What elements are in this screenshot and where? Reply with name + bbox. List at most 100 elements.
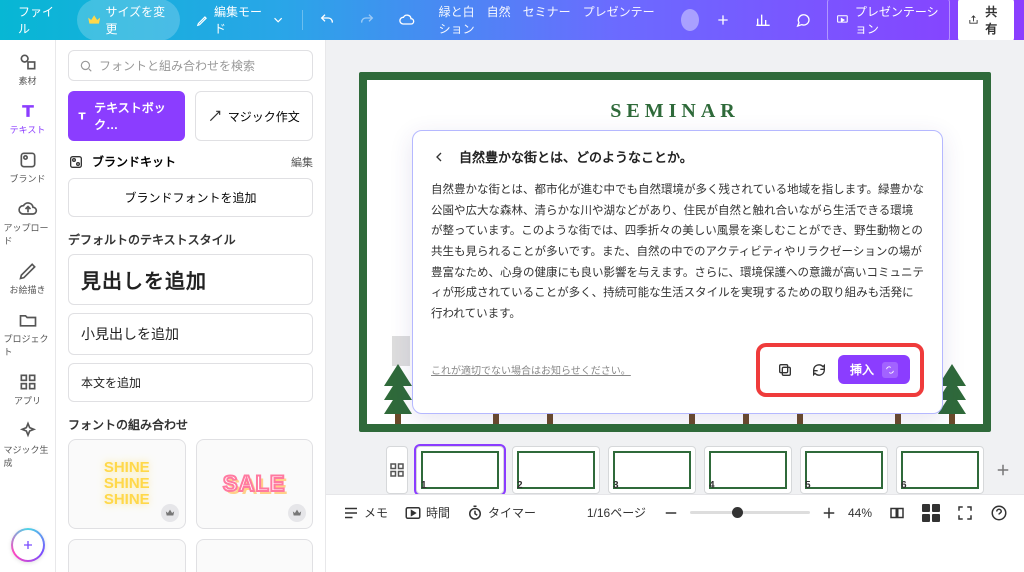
slide-title: SEMINAR bbox=[367, 100, 983, 123]
side-rail: 素材 テキスト ブランド アップロード お絵描き プロジェクト アプリ マジック… bbox=[0, 40, 56, 572]
font-combos-heading: フォントの組み合わせ bbox=[68, 416, 313, 433]
comment-icon bbox=[795, 12, 811, 28]
copy-button[interactable] bbox=[770, 355, 800, 385]
timer-button[interactable]: タイマー bbox=[466, 504, 536, 522]
insert-button[interactable]: 挿入 bbox=[838, 355, 910, 384]
rail-elements[interactable]: 素材 bbox=[4, 48, 52, 91]
slide-thumb-4[interactable]: 4 bbox=[704, 446, 792, 494]
pro-badge bbox=[161, 504, 179, 522]
back-arrow-icon[interactable] bbox=[431, 149, 447, 165]
share-icon bbox=[968, 13, 979, 27]
font-combo-1[interactable]: SHINESHINESHINE bbox=[68, 439, 186, 529]
add-collaborator-button[interactable] bbox=[707, 8, 739, 32]
bottom-bar: メモ 時間 タイマー 1/16ページ 44% bbox=[326, 494, 1024, 530]
fullscreen-icon[interactable] bbox=[956, 504, 974, 522]
font-combo-2[interactable]: SALE bbox=[196, 439, 314, 529]
brand-icon bbox=[18, 150, 38, 170]
slide-thumb-3[interactable]: 3 bbox=[608, 446, 696, 494]
view-grid-icon[interactable] bbox=[922, 504, 940, 522]
resize-button[interactable]: サイズを変更 bbox=[77, 0, 179, 41]
chevron-down-icon bbox=[271, 12, 285, 28]
undo-button[interactable] bbox=[311, 8, 343, 32]
text-icon bbox=[18, 101, 38, 121]
minus-icon[interactable] bbox=[662, 504, 680, 522]
plus-icon[interactable] bbox=[820, 504, 838, 522]
brand-edit-link[interactable]: 編集 bbox=[291, 154, 313, 170]
crown-icon bbox=[87, 12, 101, 28]
sparkle-icon bbox=[18, 421, 38, 441]
ai-popup-title: 自然豊かな街とは、どのようなことか。 bbox=[459, 147, 693, 166]
rail-uploads[interactable]: アップロード bbox=[4, 195, 52, 251]
slide-thumb-1[interactable]: 1 bbox=[416, 446, 504, 494]
edit-mode-menu[interactable]: 編集モード bbox=[188, 0, 294, 41]
plus-sparkle-icon bbox=[20, 537, 36, 553]
wand-icon bbox=[208, 109, 222, 123]
grid-icon bbox=[388, 461, 406, 479]
file-menu[interactable]: ファイル bbox=[10, 0, 69, 41]
zoom-value[interactable]: 44% bbox=[848, 506, 872, 520]
search-icon bbox=[79, 59, 93, 73]
rail-draw[interactable]: お絵描き bbox=[4, 257, 52, 300]
duration-button[interactable]: 時間 bbox=[404, 504, 450, 522]
analytics-button[interactable] bbox=[747, 8, 779, 32]
assistant-button[interactable] bbox=[11, 528, 45, 562]
comment-button[interactable] bbox=[787, 8, 819, 32]
page-indicator[interactable]: 1/16ページ bbox=[587, 504, 646, 521]
rail-magic[interactable]: マジック生成 bbox=[4, 417, 52, 473]
add-subheading-button[interactable]: 小見出しを追加 bbox=[68, 313, 313, 355]
add-slide-button[interactable] bbox=[992, 446, 1014, 494]
rail-text[interactable]: テキスト bbox=[4, 97, 52, 140]
default-styles-heading: デフォルトのテキストスタイル bbox=[68, 231, 313, 248]
present-button[interactable]: プレゼンテーション bbox=[827, 0, 950, 42]
slide-thumb-2[interactable]: 2 bbox=[512, 446, 600, 494]
cloud-sync-button[interactable] bbox=[391, 8, 423, 32]
redo-button[interactable] bbox=[351, 8, 383, 32]
magic-write-popup: 自然豊かな街とは、どのようなことか。 自然豊かな街とは、都市化が進む中でも自然環… bbox=[412, 130, 943, 414]
slide-thumbnails: 1 2 3 4 5 6 bbox=[326, 439, 1024, 494]
add-body-button[interactable]: 本文を追加 bbox=[68, 363, 313, 402]
user-avatar[interactable] bbox=[681, 9, 699, 31]
notes-button[interactable]: メモ bbox=[342, 504, 388, 522]
slide-thumb-5[interactable]: 5 bbox=[800, 446, 888, 494]
notes-icon bbox=[342, 504, 360, 522]
view-pages-icon[interactable] bbox=[888, 504, 906, 522]
plus-icon bbox=[715, 12, 731, 28]
add-heading-button[interactable]: 見出しを追加 bbox=[68, 254, 313, 305]
rail-projects[interactable]: プロジェクト bbox=[4, 306, 52, 362]
top-bar: ファイル サイズを変更 編集モード 緑と白 自然 セミナー プレゼンテーション … bbox=[0, 0, 1024, 40]
magic-write-button[interactable]: マジック作文 bbox=[195, 91, 314, 141]
refresh-icon bbox=[811, 362, 827, 378]
canvas-area: SEMINAR bbox=[326, 40, 1024, 530]
text-icon bbox=[76, 109, 88, 123]
share-button[interactable]: 共有 bbox=[958, 0, 1014, 42]
cloud-icon bbox=[399, 12, 415, 28]
folder-icon bbox=[18, 310, 38, 330]
brand-kit-label: ブランドキット bbox=[92, 153, 176, 170]
rail-brand[interactable]: ブランド bbox=[4, 146, 52, 189]
presentation-icon bbox=[836, 12, 849, 28]
crown-icon bbox=[292, 508, 302, 518]
regenerate-button[interactable] bbox=[804, 355, 834, 385]
document-title[interactable]: 緑と白 自然 セミナー プレゼンテーション bbox=[439, 3, 666, 37]
report-link[interactable]: これが適切でない場合はお知らせください。 bbox=[431, 362, 631, 377]
plus-icon bbox=[994, 461, 1012, 479]
redo-icon bbox=[359, 12, 375, 28]
brand-kit-icon bbox=[68, 154, 84, 170]
upload-icon bbox=[18, 199, 38, 219]
font-combo-4[interactable] bbox=[196, 539, 314, 572]
add-brand-font-button[interactable]: ブランドフォントを追加 bbox=[68, 178, 313, 217]
rail-apps[interactable]: アプリ bbox=[4, 368, 52, 411]
add-textbox-button[interactable]: テキストボック… bbox=[68, 91, 185, 141]
crown-icon bbox=[165, 508, 175, 518]
timer-icon bbox=[466, 504, 484, 522]
zoom-slider[interactable]: 44% bbox=[662, 504, 872, 522]
draw-icon bbox=[18, 261, 38, 281]
copy-icon bbox=[777, 362, 793, 378]
font-combo-3[interactable]: ▮▮▮▮▮▮ bbox=[68, 539, 186, 572]
help-icon[interactable] bbox=[990, 504, 1008, 522]
slide-thumb-6[interactable]: 6 bbox=[896, 446, 984, 494]
font-search[interactable]: フォントと組み合わせを検索 bbox=[68, 50, 313, 81]
grid-view-button[interactable] bbox=[386, 446, 408, 494]
pencil-icon bbox=[196, 12, 210, 28]
slide-stage[interactable]: SEMINAR bbox=[359, 72, 991, 432]
